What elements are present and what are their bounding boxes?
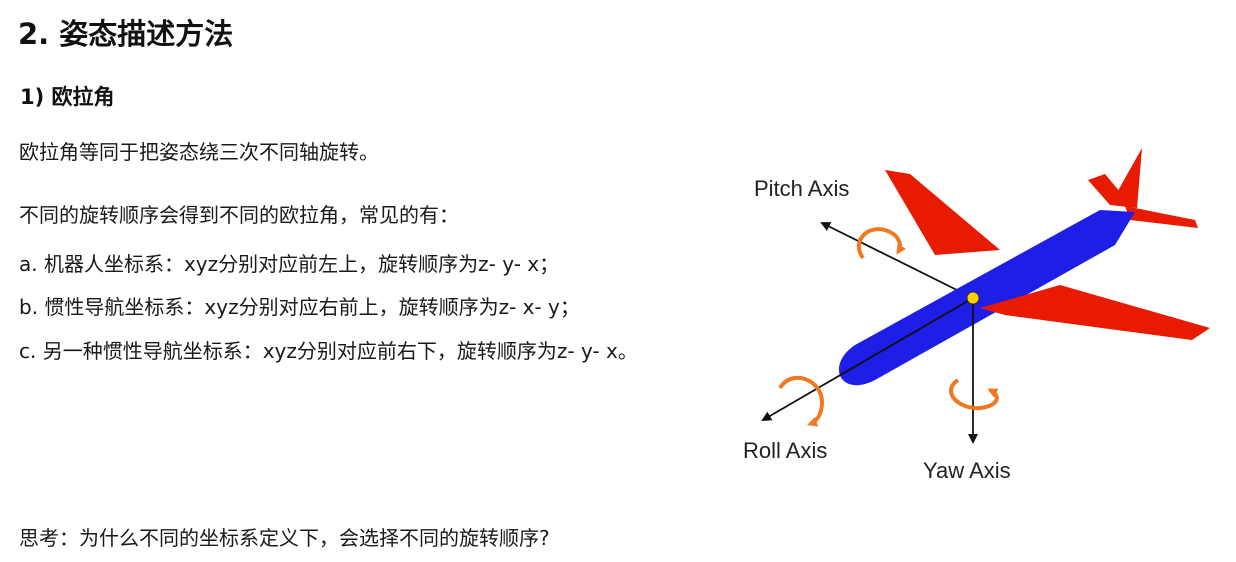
list-item-b: b. 惯性导航坐标系：xyz分别对应右前上，旋转顺序为z- x- y； bbox=[19, 295, 580, 319]
roll-axis-line bbox=[761, 297, 974, 422]
center-of-gravity bbox=[966, 291, 980, 305]
airplane-axes-diagram: Pitch Axis Roll Axis Yaw Axis bbox=[743, 148, 1210, 483]
subsection-title: 1) 欧拉角 bbox=[20, 85, 115, 109]
left-wing bbox=[885, 170, 1000, 255]
list-item-c: c. 另一种惯性导航坐标系：xyz分别对应前右下，旋转顺序为z- y- x。 bbox=[19, 339, 638, 363]
yaw-rotation-arrow bbox=[949, 378, 999, 411]
orders-intro-paragraph: 不同的旋转顺序会得到不同的欧拉角，常见的有： bbox=[19, 203, 459, 227]
right-tailplane bbox=[1125, 206, 1198, 228]
section-title: 2. 姿态描述方法 bbox=[18, 17, 234, 51]
question-paragraph: 思考：为什么不同的坐标系定义下，会选择不同的旋转顺序? bbox=[19, 526, 550, 550]
intro-paragraph: 欧拉角等同于把姿态绕三次不同轴旋转。 bbox=[19, 140, 379, 164]
list-item-a: a. 机器人坐标系：xyz分别对应前左上，旋转顺序为z- y- x； bbox=[19, 252, 560, 276]
yaw-axis-label: Yaw Axis bbox=[923, 458, 1011, 483]
pitch-axis-label: Pitch Axis bbox=[754, 176, 849, 201]
roll-rotation-arrow bbox=[778, 375, 825, 427]
roll-axis-label: Roll Axis bbox=[743, 438, 827, 463]
